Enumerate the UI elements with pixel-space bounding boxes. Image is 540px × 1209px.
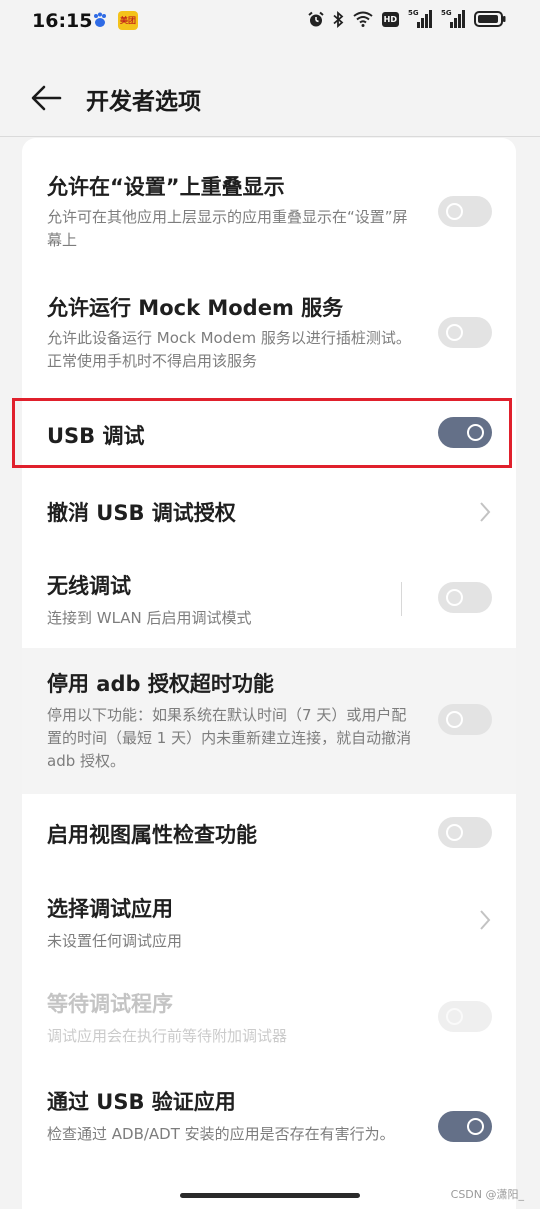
toggle-knob bbox=[446, 324, 463, 341]
toggle-switch-on[interactable] bbox=[438, 1111, 492, 1142]
setting-title: 允许运行 Mock Modem 服务 bbox=[47, 296, 344, 320]
setting-row-select-debug-app[interactable]: 选择调试应用 未设置任何调试应用 bbox=[22, 873, 516, 973]
setting-subtitle: 调试应用会在执行前等待附加调试器 bbox=[47, 1027, 288, 1045]
setting-title: 通过 USB 验证应用 bbox=[47, 1090, 236, 1114]
arrow-left-icon[interactable] bbox=[30, 84, 62, 112]
toggle-knob bbox=[446, 711, 463, 728]
page-header: 开发者选项 bbox=[0, 60, 540, 137]
chevron-right-icon bbox=[480, 910, 491, 930]
setting-title: 停用 adb 授权超时功能 bbox=[47, 672, 274, 696]
chevron-right-icon bbox=[480, 502, 491, 522]
status-bar: 16:15 美团 HD 5G 5G bbox=[0, 0, 540, 44]
meituan-app-icon: 美团 bbox=[118, 11, 138, 30]
setting-title: 允许在“设置”上重叠显示 bbox=[47, 175, 285, 199]
setting-row-wait-debugger[interactable]: 等待调试程序 调试应用会在执行前等待附加调试器 bbox=[22, 973, 516, 1068]
setting-subtitle: 允许此设备运行 Mock Modem 服务以进行插桩测试。正常使用手机时不得启用… bbox=[47, 329, 411, 370]
setting-subtitle: 允许可在其他应用上层显示的应用重叠显示在“设置”屏幕上 bbox=[47, 208, 408, 249]
toggle-switch-disabled[interactable] bbox=[438, 1001, 492, 1032]
setting-title: 撤消 USB 调试授权 bbox=[47, 501, 236, 525]
toggle-switch-off[interactable] bbox=[438, 817, 492, 848]
vertical-divider bbox=[401, 582, 402, 616]
toggle-knob bbox=[467, 1118, 484, 1135]
setting-row-verify-apps-usb[interactable]: 通过 USB 验证应用 检查通过 ADB/ADT 安装的应用是否存在有害行为。 bbox=[22, 1070, 516, 1190]
setting-title: 等待调试程序 bbox=[47, 992, 173, 1016]
wifi-icon bbox=[353, 11, 373, 27]
toggle-knob bbox=[446, 1008, 463, 1025]
setting-subtitle: 停用以下功能：如果系统在默认时间（7 天）或用户配置的时间（最短 1 天）内未重… bbox=[47, 706, 412, 770]
home-indicator[interactable] bbox=[180, 1193, 360, 1198]
toggle-switch-off[interactable] bbox=[438, 317, 492, 348]
setting-row-revoke-usb-auth[interactable]: 撤消 USB 调试授权 bbox=[22, 473, 516, 543]
settings-card: 允许在“设置”上重叠显示 允许可在其他应用上层显示的应用重叠显示在“设置”屏幕上… bbox=[22, 138, 516, 1209]
toggle-switch-off[interactable] bbox=[438, 196, 492, 227]
toggle-switch-off[interactable] bbox=[438, 582, 492, 613]
setting-title: 选择调试应用 bbox=[47, 897, 173, 921]
signal-5g-icon: 5G bbox=[408, 9, 432, 28]
setting-row-adb-timeout[interactable]: 停用 adb 授权超时功能 停用以下功能：如果系统在默认时间（7 天）或用户配置… bbox=[22, 648, 516, 794]
setting-row-view-attributes[interactable]: 启用视图属性检查功能 bbox=[22, 798, 516, 868]
toggle-switch-off[interactable] bbox=[438, 704, 492, 735]
battery-icon bbox=[474, 11, 506, 27]
setting-title: 无线调试 bbox=[47, 574, 131, 598]
watermark: CSDN @潇阳_ bbox=[450, 1188, 524, 1201]
setting-row-overlay-settings[interactable]: 允许在“设置”上重叠显示 允许可在其他应用上层显示的应用重叠显示在“设置”屏幕上 bbox=[22, 138, 516, 258]
setting-subtitle: 连接到 WLAN 后启用调试模式 bbox=[47, 609, 252, 627]
highlight-box bbox=[12, 398, 512, 468]
page-title: 开发者选项 bbox=[86, 89, 201, 115]
setting-title: 启用视图属性检查功能 bbox=[47, 823, 257, 847]
status-icons: HD 5G 5G bbox=[308, 9, 506, 28]
status-time: 16:15 bbox=[32, 10, 93, 32]
baidu-paw-icon bbox=[94, 12, 106, 27]
setting-row-mock-modem[interactable]: 允许运行 Mock Modem 服务 允许此设备运行 Mock Modem 服务… bbox=[22, 260, 516, 380]
alarm-icon bbox=[308, 11, 324, 26]
toggle-knob bbox=[446, 824, 463, 841]
signal-5g-icon: 5G bbox=[441, 9, 465, 28]
setting-subtitle: 未设置任何调试应用 bbox=[47, 932, 183, 950]
setting-subtitle: 检查通过 ADB/ADT 安装的应用是否存在有害行为。 bbox=[47, 1125, 395, 1143]
bluetooth-icon bbox=[333, 10, 344, 28]
toggle-knob bbox=[446, 203, 463, 220]
setting-row-wireless-debugging[interactable]: 无线调试 连接到 WLAN 后启用调试模式 bbox=[22, 548, 516, 646]
toggle-knob bbox=[446, 589, 463, 606]
hd-voice-icon: HD bbox=[381, 11, 399, 27]
